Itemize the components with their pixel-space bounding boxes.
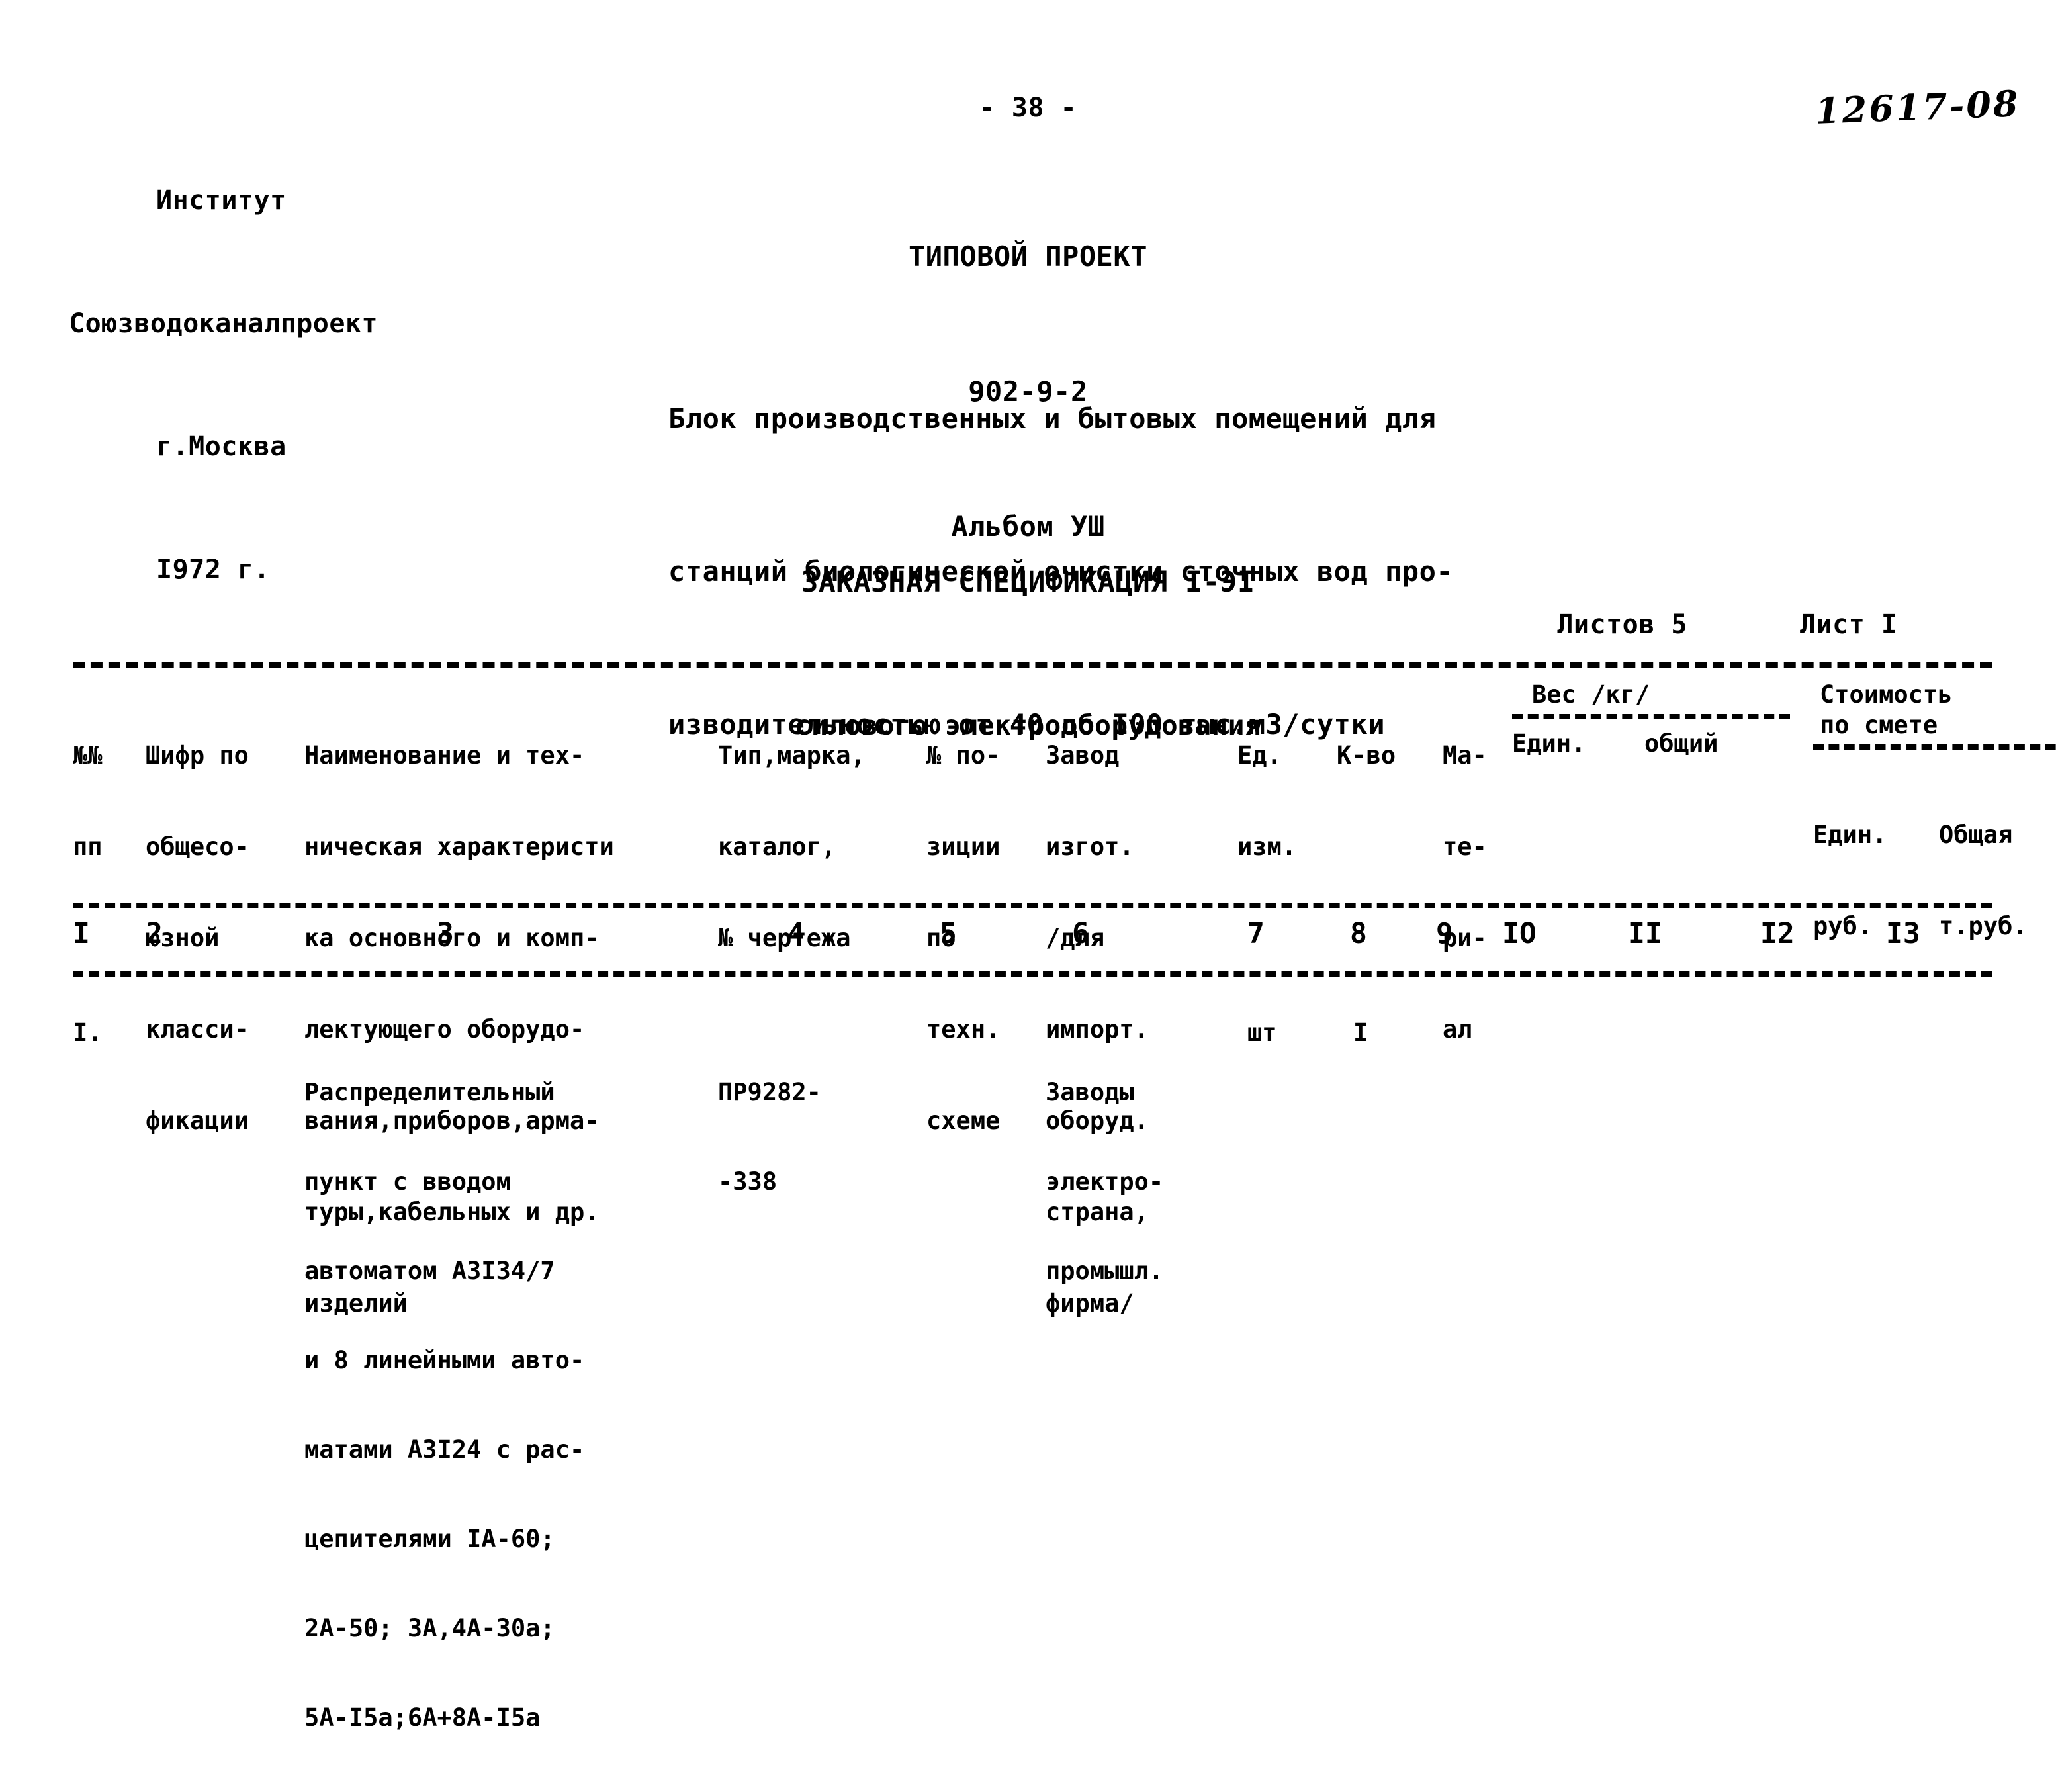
column-number-1: I xyxy=(73,917,90,950)
column-number-5: 5 xyxy=(940,917,957,950)
sheets-total: Листов 5 xyxy=(1557,609,1687,640)
weight-group-rule xyxy=(1512,714,1790,719)
column-number-2: 2 xyxy=(146,917,163,950)
column-header-quantity: К-во xyxy=(1337,741,1396,770)
weight-group-title: Вес /кг/ xyxy=(1532,680,1650,709)
table-column-numbers-row: I 2 3 4 5 6 7 8 9 IO II I2 I3 xyxy=(73,908,1992,971)
cost-group-title-line2: по смете xyxy=(1820,711,1938,739)
column-header-weight-total: общий xyxy=(1644,729,1719,758)
cell-equipment-name: Распределительный пункт с вводом автомат… xyxy=(304,1078,585,1732)
cost-group-title-line1: Стоимость xyxy=(1820,680,1953,709)
cell-unit-of-measure: шт xyxy=(1247,1018,1277,1047)
cell-manufacturer: Заводы электро- промышл. xyxy=(1046,1078,1164,1285)
description-line-1: Блок производственных и бытовых помещени… xyxy=(668,402,1437,435)
column-number-10: IO xyxy=(1502,917,1537,950)
column-number-6: 6 xyxy=(1072,917,1089,950)
specification-table: №№ пп Шифр по общесо- юзной класси- фика… xyxy=(73,662,2056,1732)
cell-type-brand: ПР9282- -338 xyxy=(718,1078,821,1196)
column-header-weight-group: Вес /кг/ Един. общий xyxy=(1512,680,1790,759)
table-row: I. Распределительный пункт с вводом авто… xyxy=(73,1018,1992,1732)
column-number-13: I3 xyxy=(1886,917,1920,950)
column-number-12: I2 xyxy=(1760,917,1795,950)
project-type-label: ТИПОВОЙ ПРОЕКТ xyxy=(908,240,1147,273)
column-number-7: 7 xyxy=(1247,917,1265,950)
column-number-8: 8 xyxy=(1350,917,1367,950)
table-header-row: №№ пп Шифр по общесо- юзной класси- фика… xyxy=(73,668,2056,1318)
sheets-info: Листов 5 Лист I xyxy=(1492,579,1897,670)
column-number-3: 3 xyxy=(437,917,454,950)
column-header-number: №№ пп xyxy=(73,741,103,861)
column-number-11: II xyxy=(1628,917,1662,950)
column-number-9: 9 xyxy=(1436,917,1453,950)
page-number: - 38 - xyxy=(979,93,1077,123)
column-number-4: 4 xyxy=(787,917,805,950)
table-top-rule xyxy=(73,662,1992,668)
cell-row-number: I. xyxy=(73,1018,103,1047)
column-header-weight-unit: Един. xyxy=(1512,729,1586,758)
cost-group-rule xyxy=(1813,744,2056,750)
column-header-unit-of-measure: Ед. изм. xyxy=(1237,741,1297,861)
cell-quantity: I xyxy=(1353,1018,1368,1047)
document-page: Институт Союзводоканалпроект г.Москва I9… xyxy=(0,0,2056,1732)
sheet-current: Лист I xyxy=(1799,609,1898,640)
